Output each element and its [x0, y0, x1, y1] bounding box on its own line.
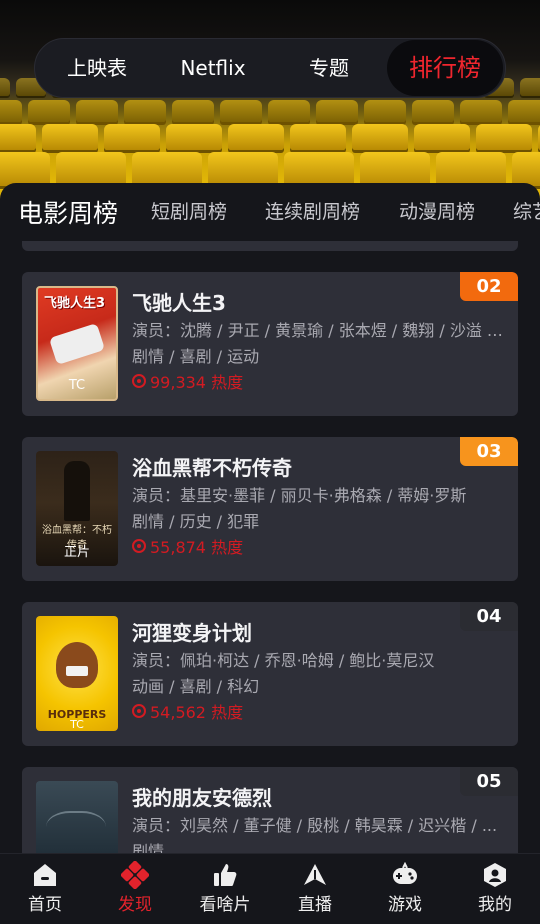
- tab-variety-weekly[interactable]: 综艺: [513, 197, 540, 224]
- heat-indicator: 99,334 热度: [132, 369, 243, 393]
- nav-discover[interactable]: 发现: [90, 854, 180, 924]
- movie-actors: 演员：刘昊然 / 董子健 / 殷桃 / 韩昊霖 / 迟兴楷 / ...: [132, 816, 498, 835]
- seat-row: [0, 152, 540, 186]
- tab-schedule[interactable]: 上映表: [39, 39, 155, 97]
- heat-value: 99,334 热度: [150, 373, 244, 392]
- list-item[interactable]: [22, 241, 518, 251]
- list-item[interactable]: 浴血黑帮：不朽传奇 正片 浴血黑帮不朽传奇 演员：基里安·墨菲 / 丽贝卡·弗格…: [22, 437, 518, 581]
- tab-netflix[interactable]: Netflix: [155, 39, 271, 97]
- poster-tag: TC: [70, 718, 84, 731]
- movie-title: 浴血黑帮不朽传奇: [132, 456, 292, 480]
- movie-title: 我的朋友安德烈: [132, 786, 272, 810]
- poster-tag: TC: [68, 378, 86, 393]
- rank-badge: 04: [460, 602, 518, 631]
- movie-title: 河狸变身计划: [132, 621, 252, 645]
- nav-home[interactable]: 首页: [0, 854, 90, 924]
- top-segmented-nav: 上映表 Netflix 专题 排行榜: [34, 38, 506, 98]
- heat-icon: [132, 704, 146, 718]
- thumbs-up-icon: [180, 860, 270, 890]
- category-tabs: 电影周榜 短剧周榜 连续剧周榜 动漫周榜 综艺: [0, 183, 540, 241]
- heat-indicator: 54,562 热度: [132, 699, 243, 723]
- nav-profile-label: 我的: [478, 895, 512, 915]
- heat-value: 55,874 热度: [150, 538, 244, 557]
- seat-row: [0, 124, 540, 150]
- poster-tag: 正片: [63, 545, 90, 560]
- movie-actors: 演员：沈腾 / 尹正 / 黄景瑜 / 张本煜 / 魏翔 / 沙溢 / ...: [132, 321, 508, 340]
- tab-topics[interactable]: 专题: [271, 39, 387, 97]
- tab-movie-weekly[interactable]: 电影周榜: [18, 194, 118, 230]
- movie-genres: 剧情 / 历史 / 犯罪: [132, 512, 260, 531]
- poster-title-text: 飞驰人生3: [44, 296, 106, 311]
- gamepad-icon: [360, 860, 450, 890]
- tab-series-weekly[interactable]: 连续剧周榜: [265, 197, 360, 224]
- movie-genres: 动画 / 喜剧 / 科幻: [132, 677, 260, 696]
- tab-anime-weekly[interactable]: 动漫周榜: [399, 197, 475, 224]
- rank-badge: 02: [460, 272, 518, 301]
- nav-what-to-watch[interactable]: 看啥片: [180, 854, 270, 924]
- poster-image: [36, 781, 118, 853]
- nav-what-to-watch-label: 看啥片: [199, 895, 251, 915]
- movie-title: 飞驰人生3: [132, 291, 226, 315]
- heat-indicator: 55,874 热度: [132, 534, 243, 558]
- movie-genres: 剧情: [132, 842, 165, 853]
- seat-row: [0, 100, 540, 122]
- heat-icon: [132, 374, 146, 388]
- poster-image: HOPPERS TC: [36, 616, 118, 731]
- movie-actors: 演员：佩珀·柯达 / 乔恩·哈姆 / 鲍比·莫尼汉: [132, 651, 435, 670]
- list-item[interactable]: 飞驰人生3 TC 飞驰人生3 演员：沈腾 / 尹正 / 黄景瑜 / 张本煜 / …: [22, 272, 518, 416]
- nav-discover-label: 发现: [118, 895, 152, 915]
- nav-games-label: 游戏: [388, 895, 422, 915]
- heat-icon: [132, 539, 146, 553]
- tab-ranking[interactable]: 排行榜: [387, 40, 503, 96]
- live-icon: [270, 860, 360, 890]
- nav-profile[interactable]: 我的: [450, 854, 540, 924]
- discover-icon: [90, 860, 180, 890]
- bottom-nav: 首页 发现 看啥片 直播 游戏 我的: [0, 853, 540, 924]
- rank-badge: 03: [460, 437, 518, 466]
- profile-icon: [450, 860, 540, 890]
- poster-image: 飞驰人生3 TC: [36, 286, 118, 401]
- nav-games[interactable]: 游戏: [360, 854, 450, 924]
- nav-live[interactable]: 直播: [270, 854, 360, 924]
- nav-live-label: 直播: [298, 895, 332, 915]
- ranking-panel: 电影周榜 短剧周榜 连续剧周榜 动漫周榜 综艺 飞驰人生3 TC 飞驰人生3 演…: [0, 183, 540, 853]
- rank-badge: 05: [460, 767, 518, 796]
- heat-value: 54,562 热度: [150, 703, 244, 722]
- theater-banner: 上映表 Netflix 专题 排行榜: [0, 0, 540, 200]
- list-item[interactable]: 我的朋友安德烈 演员：刘昊然 / 董子健 / 殷桃 / 韩昊霖 / 迟兴楷 / …: [22, 767, 518, 853]
- movie-actors: 演员：基里安·墨菲 / 丽贝卡·弗格森 / 蒂姆·罗斯: [132, 486, 467, 505]
- tab-short-drama-weekly[interactable]: 短剧周榜: [151, 197, 227, 224]
- list-item[interactable]: HOPPERS TC 河狸变身计划 演员：佩珀·柯达 / 乔恩·哈姆 / 鲍比·…: [22, 602, 518, 746]
- poster-image: 浴血黑帮：不朽传奇 正片: [36, 451, 118, 566]
- nav-home-label: 首页: [28, 895, 62, 915]
- home-icon: [0, 860, 90, 890]
- movie-genres: 剧情 / 喜剧 / 运动: [132, 347, 260, 366]
